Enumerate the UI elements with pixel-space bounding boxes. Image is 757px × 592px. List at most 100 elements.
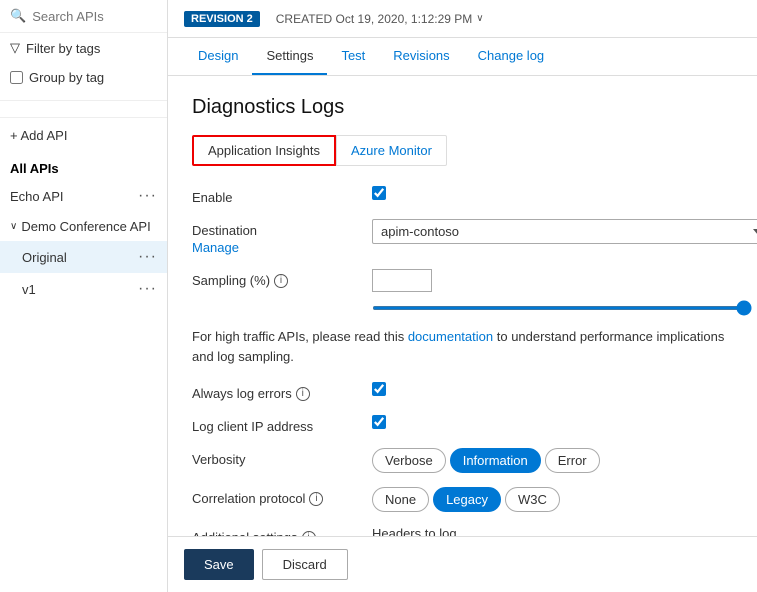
correlation-btn-group: None Legacy W3C [372,487,733,512]
log-ip-label: Log client IP address [192,415,372,434]
created-text: CREATED Oct 19, 2020, 1:12:29 PM ∨ [276,12,484,26]
topbar: REVISION 2 CREATED Oct 19, 2020, 1:12:29… [168,0,757,38]
tab-settings[interactable]: Settings [252,38,327,75]
all-apis-label: All APIs [10,161,59,176]
divider-1 [0,100,167,101]
all-apis-section: All APIs [0,153,167,180]
sidebar-item-echo-api[interactable]: Echo API ··· [0,180,167,212]
log-ip-label-text: Log client IP address [192,419,313,434]
verbosity-btn-group: Verbose Information Error [372,448,733,473]
sampling-control: 100 [372,269,752,313]
group-checkbox[interactable] [10,71,23,84]
manage-link[interactable]: Manage [192,240,257,255]
tab-design[interactable]: Design [184,38,252,75]
enable-checkbox[interactable] [372,186,386,200]
original-label: Original [22,250,67,265]
save-button[interactable]: Save [184,549,254,580]
enable-control [372,186,733,203]
group-label: Group by tag [29,70,104,85]
sampling-info-icon[interactable]: i [274,274,288,288]
always-log-label-text: Always log errors [192,386,292,401]
additional-control: Headers to log Number of payload bytes t… [372,526,757,536]
destination-label: Destination Manage [192,219,372,255]
group-by-tag[interactable]: Group by tag [0,63,167,92]
log-ip-checkbox[interactable] [372,415,386,429]
verbosity-row: Verbosity Verbose Information Error [192,448,733,473]
sidebar-item-v1[interactable]: v1 ··· [0,273,167,305]
chevron-down-icon: ∨ [10,221,17,232]
log-ip-row: Log client IP address [192,415,733,434]
original-menu-icon[interactable]: ··· [138,248,157,266]
main-panel: REVISION 2 CREATED Oct 19, 2020, 1:12:29… [168,0,757,592]
revision-badge: REVISION 2 [184,11,260,27]
filter-by-tags[interactable]: ▽ Filter by tags [0,33,167,63]
tab-azure-monitor[interactable]: Azure Monitor [336,135,447,166]
footer: Save Discard [168,536,757,592]
enable-row: Enable [192,186,733,205]
additional-label: Additional settings i [192,526,372,536]
tab-revisions[interactable]: Revisions [379,38,463,75]
additional-row: Additional settings i Headers to log Num… [192,526,733,536]
destination-label-text: Destination [192,223,257,238]
always-log-row: Always log errors i [192,382,733,401]
info-text: For high traffic APIs, please read this … [192,327,733,366]
page-title: Diagnostics Logs [192,96,733,119]
echo-api-menu-icon[interactable]: ··· [138,187,157,205]
verbosity-label: Verbosity [192,448,372,467]
enable-label: Enable [192,186,372,205]
always-log-label: Always log errors i [192,382,372,401]
content-area: Diagnostics Logs Application Insights Az… [168,76,757,536]
sampling-input[interactable]: 100 [372,269,432,292]
filter-label: Filter by tags [26,41,100,56]
v1-menu-icon[interactable]: ··· [138,280,157,298]
sidebar-item-original[interactable]: Original ··· [0,241,167,273]
log-ip-control [372,415,733,432]
enable-label-text: Enable [192,190,232,205]
sidebar-item-demo-api[interactable]: ∨ Demo Conference API [0,212,167,241]
sidebar: 🔍 ▽ Filter by tags Group by tag + Add AP… [0,0,168,592]
destination-select[interactable]: apim-contoso [372,219,757,244]
revision-chevron-icon[interactable]: ∨ [476,13,483,24]
correlation-label: Correlation protocol i [192,487,372,506]
destination-row: Destination Manage apim-contoso [192,219,733,255]
add-api-label: + Add API [10,128,67,143]
v1-label: v1 [22,282,36,297]
add-api-button[interactable]: + Add API [0,117,167,153]
nav-tabs: Design Settings Test Revisions Change lo… [168,38,757,76]
tab-app-insights[interactable]: Application Insights [192,135,336,166]
destination-control: apim-contoso [372,219,757,244]
filter-icon: ▽ [10,40,20,56]
correlation-control: None Legacy W3C [372,487,733,512]
correlation-label-text: Correlation protocol [192,491,305,506]
correlation-legacy[interactable]: Legacy [433,487,501,512]
search-input[interactable] [32,9,157,24]
verbosity-label-text: Verbosity [192,452,245,467]
echo-api-label: Echo API [10,189,138,204]
verbosity-error[interactable]: Error [545,448,600,473]
sampling-slider[interactable] [372,306,752,310]
created-label: CREATED Oct 19, 2020, 1:12:29 PM [276,12,473,26]
verbosity-control: Verbose Information Error [372,448,733,473]
verbosity-verbose[interactable]: Verbose [372,448,446,473]
sampling-label-text: Sampling (%) [192,273,270,288]
sampling-row: Sampling (%) i 100 [192,269,733,313]
sampling-label: Sampling (%) i [192,269,372,288]
always-log-control [372,382,733,399]
correlation-w3c[interactable]: W3C [505,487,560,512]
headers-label: Headers to log [372,526,757,536]
sub-tabs: Application Insights Azure Monitor [192,135,733,166]
verbosity-information[interactable]: Information [450,448,541,473]
search-icon: 🔍 [10,8,26,24]
correlation-info-icon[interactable]: i [309,492,323,506]
documentation-link[interactable]: documentation [408,329,493,344]
search-bar[interactable]: 🔍 [0,0,167,33]
info-text-prefix: For high traffic APIs, please read this [192,329,404,344]
tab-changelog[interactable]: Change log [464,38,559,75]
always-log-info-icon[interactable]: i [296,387,310,401]
correlation-row: Correlation protocol i None Legacy W3C [192,487,733,512]
tab-test[interactable]: Test [327,38,379,75]
correlation-none[interactable]: None [372,487,429,512]
demo-api-label: Demo Conference API [21,219,150,234]
always-log-checkbox[interactable] [372,382,386,396]
discard-button[interactable]: Discard [262,549,348,580]
